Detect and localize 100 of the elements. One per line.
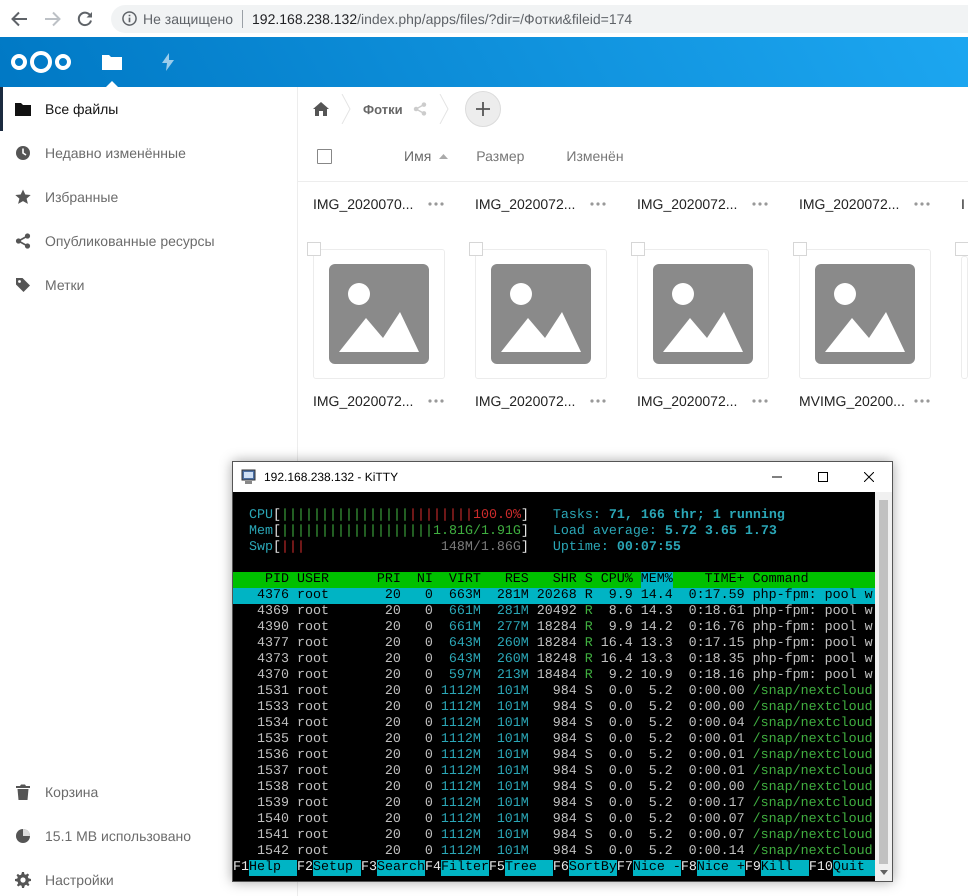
function-key-label[interactable]: Setup — [312, 860, 361, 876]
process-row[interactable]: 1541 root 20 0 1112M 101M 984 S 0.0 5.2 0:00.07 /snap/nextcloud — [233, 828, 875, 844]
column-header[interactable]: PRI — [376, 572, 401, 588]
process-row[interactable]: 1535 root 20 0 1112M 101M 984 S 0.0 5.2 0:00.01 /snap/nextcloud — [233, 732, 875, 748]
process-row[interactable]: 1531 root 20 0 1112M 101M 984 S 0.0 5.2 0:00.00 /snap/nextcloud — [233, 684, 875, 700]
function-key-label[interactable]: SortBy — [568, 860, 617, 876]
back-icon[interactable] — [11, 10, 28, 26]
sidebar-item[interactable]: Опубликованные ресурсы — [0, 219, 297, 263]
file-name[interactable]: IMG_2020072... — [799, 196, 914, 212]
more-icon[interactable] — [590, 202, 606, 206]
sidebar-item[interactable]: Избранные — [0, 175, 297, 219]
file-name[interactable]: IMG_2020072... — [313, 393, 428, 409]
more-icon[interactable] — [752, 399, 768, 403]
column-header[interactable]: RES — [488, 572, 529, 588]
process-row[interactable]: 1533 root 20 0 1112M 101M 984 S 0.0 5.2 0:00.00 /snap/nextcloud — [233, 700, 875, 716]
column-header[interactable]: VIRT — [440, 572, 481, 588]
column-header[interactable]: NI — [408, 572, 433, 588]
column-header[interactable]: SHR — [536, 572, 577, 588]
file-name[interactable]: IMG_2020072... — [637, 196, 752, 212]
table-cell: 18484 — [536, 668, 577, 684]
process-row[interactable]: 4377 root 20 0 643M 260M 18284 R 16.4 13.3 0:17.15 php-fpm: pool w — [233, 636, 875, 652]
file-name[interactable]: IMG_2020072... — [475, 196, 590, 212]
function-key-label[interactable]: Search — [376, 860, 425, 876]
process-row[interactable]: 1534 root 20 0 1112M 101M 984 S 0.0 5.2 0:00.04 /snap/nextcloud — [233, 716, 875, 732]
process-row[interactable]: 1540 root 20 0 1112M 101M 984 S 0.0 5.2 0:00.07 /snap/nextcloud — [233, 812, 875, 828]
function-key-label[interactable]: Kill — [760, 860, 809, 876]
process-row[interactable]: 4373 root 20 0 643M 260M 18248 R 16.4 13.3 0:18.35 php-fpm: pool w — [233, 652, 875, 668]
meter-ticks-text: |||||||||||||||| — [280, 508, 409, 524]
reload-icon[interactable] — [77, 10, 93, 26]
process-row[interactable]: 4390 root 20 0 661M 277M 18284 R 9.9 14.2 0:16.76 php-fpm: pool w — [233, 620, 875, 636]
process-row[interactable]: 1537 root 20 0 1112M 101M 984 S 0.0 5.2 0:00.01 /snap/nextcloud — [233, 764, 875, 780]
column-header[interactable]: CPU% — [600, 572, 633, 588]
table-cell: 16.4 — [600, 636, 633, 652]
function-key-label[interactable]: Quit — [832, 860, 875, 876]
column-header[interactable]: USER — [296, 572, 369, 588]
sidebar-item[interactable]: Настройки — [0, 858, 232, 896]
process-row[interactable]: 4376 root 20 0 663M 281M 20268 R 9.9 14.4 0:17.59 php-fpm: pool w — [233, 588, 875, 604]
breadcrumb-folder[interactable]: Фотки — [363, 102, 403, 116]
sidebar-item[interactable]: Метки — [0, 263, 297, 307]
function-key-label[interactable]: Nice - — [632, 860, 681, 876]
info-icon[interactable] — [122, 11, 137, 26]
sidebar-item[interactable]: 15.1 MB использовано — [0, 814, 232, 858]
column-header[interactable]: Размер — [476, 148, 524, 164]
new-button[interactable] — [464, 91, 501, 127]
function-key-label[interactable]: Help — [249, 860, 297, 876]
lightning-icon[interactable] — [162, 53, 174, 71]
share-icon[interactable] — [412, 102, 427, 116]
table-cell-text: root — [296, 748, 330, 764]
process-row[interactable]: 4370 root 20 0 597M 213M 18484 R 9.2 10.9 0:18.16 php-fpm: pool w — [233, 668, 875, 684]
file-checkbox[interactable] — [631, 242, 645, 256]
more-icon[interactable] — [914, 202, 930, 206]
file-thumbnail[interactable] — [637, 249, 769, 379]
column-header[interactable]: S — [584, 572, 593, 588]
table-cell-text: 0 — [424, 588, 433, 604]
function-key-label[interactable]: Filter — [440, 860, 489, 876]
more-icon[interactable] — [590, 399, 606, 403]
sidebar-item[interactable]: Все файлы — [0, 87, 297, 131]
file-checkbox[interactable] — [955, 242, 968, 256]
function-key-label[interactable]: Tree — [504, 860, 553, 876]
file-name[interactable]: IMG_2020070... — [313, 196, 428, 212]
more-icon[interactable] — [914, 399, 930, 403]
column-header[interactable]: PID — [233, 572, 289, 588]
process-row[interactable]: 4369 root 20 0 661M 281M 20492 R 8.6 14.3 0:18.61 php-fpm: pool w — [233, 604, 875, 620]
home-icon[interactable] — [313, 102, 329, 116]
more-icon[interactable] — [428, 399, 444, 403]
security-label[interactable]: Не защищено — [143, 10, 243, 28]
file-thumbnail[interactable] — [313, 249, 445, 379]
file-thumbnail[interactable] — [961, 256, 968, 379]
column-header[interactable]: Имя — [404, 148, 432, 164]
process-row[interactable]: 1539 root 20 0 1112M 101M 984 S 0.0 5.2 0:00.17 /snap/nextcloud — [233, 796, 875, 812]
folder-icon[interactable] — [102, 54, 122, 70]
url-host[interactable]: 192.168.238.132 — [252, 10, 358, 26]
scrollbar-thumb[interactable] — [879, 500, 888, 864]
process-row[interactable]: 1536 root 20 0 1112M 101M 984 S 0.0 5.2 0:00.01 /snap/nextcloud — [233, 748, 875, 764]
file-thumbnail[interactable] — [475, 249, 607, 379]
file-checkbox[interactable] — [469, 242, 483, 256]
logo-icon[interactable] — [10, 50, 72, 74]
file-thumbnail[interactable] — [799, 249, 931, 379]
url-path[interactable]: /index.php/apps/files/?dir=/Фотки&fileid=174 — [357, 10, 632, 26]
sidebar-item[interactable]: Недавно изменённые — [0, 131, 297, 175]
file-checkbox[interactable] — [307, 242, 321, 256]
column-header[interactable]: TIME+ — [680, 572, 745, 588]
file-name[interactable]: MVIMG_20200... — [799, 393, 914, 409]
column-header[interactable]: Изменён — [566, 148, 624, 164]
function-key-label[interactable]: Nice + — [696, 860, 745, 876]
select-all-checkbox[interactable] — [317, 148, 332, 164]
process-row[interactable]: 1542 root 20 0 1112M 101M 984 S 0.0 5.2 0:00.14 /snap/nextcloud — [233, 844, 875, 860]
file-name[interactable]: I — [961, 196, 968, 212]
sidebar-item[interactable]: Корзина — [0, 770, 232, 814]
more-icon[interactable] — [428, 202, 444, 206]
file-name[interactable]: IMG_2020072... — [637, 393, 752, 409]
table-cell-text: 984 — [552, 796, 577, 812]
column-header[interactable]: MEM% — [640, 572, 673, 588]
table-cell-text: 0:00.00 — [688, 700, 745, 716]
process-row[interactable]: 1538 root 20 0 1112M 101M 984 S 0.0 5.2 0:00.00 /snap/nextcloud — [233, 780, 875, 796]
file-checkbox[interactable] — [793, 242, 807, 256]
column-header[interactable]: Command — [752, 572, 875, 588]
file-name[interactable]: IMG_2020072... — [475, 393, 590, 409]
scroll-down-icon[interactable] — [880, 870, 888, 875]
more-icon[interactable] — [752, 202, 768, 206]
